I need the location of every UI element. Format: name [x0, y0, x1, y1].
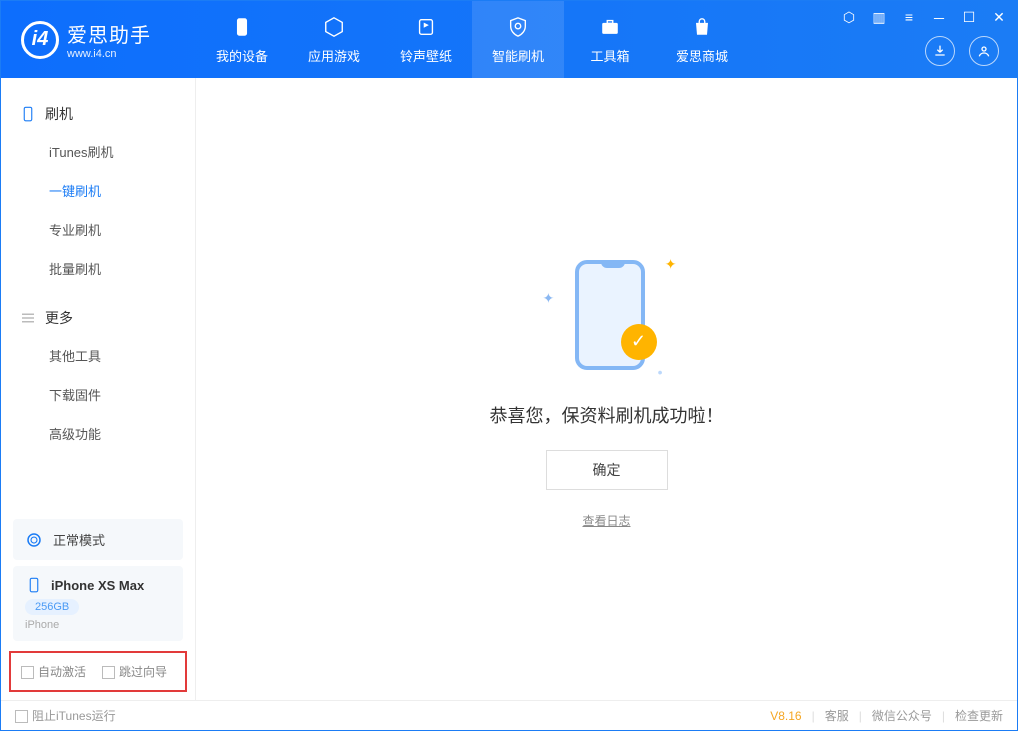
device-name-label: iPhone XS Max — [51, 578, 144, 593]
sidebar-item-oneclick-flash[interactable]: 一键刷机 — [1, 171, 195, 210]
sidebar-item-pro-flash[interactable]: 专业刷机 — [1, 210, 195, 249]
group-label: 更多 — [45, 308, 73, 328]
toolbox-icon — [597, 14, 623, 40]
nav-apps[interactable]: 应用游戏 — [288, 1, 380, 78]
support-link[interactable]: 客服 — [825, 707, 849, 724]
shield-icon — [505, 14, 531, 40]
maximize-button[interactable]: ☐ — [961, 9, 977, 29]
group-label: 刷机 — [45, 104, 73, 124]
nav-label: 我的设备 — [216, 46, 268, 65]
sidebar-group-flash: 刷机 — [1, 96, 195, 132]
footer: 阻止iTunes运行 V8.16 | 客服 | 微信公众号 | 检查更新 — [1, 700, 1017, 730]
success-message: 恭喜您，保资料刷机成功啦！ — [490, 402, 724, 428]
logo: i4 爱思助手 www.i4.cn — [1, 19, 196, 60]
download-button[interactable] — [925, 36, 955, 66]
header-actions — [925, 36, 999, 66]
checkbox-label: 自动激活 — [38, 665, 86, 679]
nav-store[interactable]: 爱思商城 — [656, 1, 748, 78]
sidebar-item-other-tools[interactable]: 其他工具 — [1, 336, 195, 375]
lock-icon[interactable]: ▥ — [871, 9, 887, 29]
bag-icon — [689, 14, 715, 40]
sidebar-item-batch-flash[interactable]: 批量刷机 — [1, 249, 195, 288]
nav-toolbox[interactable]: 工具箱 — [564, 1, 656, 78]
check-update-link[interactable]: 检查更新 — [955, 707, 1003, 724]
block-itunes-checkbox[interactable]: 阻止iTunes运行 — [15, 707, 116, 724]
checkbox-label: 阻止iTunes运行 — [32, 709, 116, 723]
checkbox-label: 跳过向导 — [119, 665, 167, 679]
music-icon — [413, 14, 439, 40]
ok-button[interactable]: 确定 — [546, 450, 668, 490]
skip-guide-checkbox[interactable]: 跳过向导 — [102, 663, 167, 680]
view-log-link[interactable]: 查看日志 — [582, 512, 630, 529]
storage-badge: 256GB — [25, 599, 79, 615]
version-label: V8.16 — [770, 709, 801, 723]
sidebar-group-more: 更多 — [1, 300, 195, 336]
sidebar-item-itunes-flash[interactable]: iTunes刷机 — [1, 132, 195, 171]
list-icon — [19, 309, 37, 327]
nav-label: 铃声壁纸 — [400, 46, 452, 65]
cube-icon — [321, 14, 347, 40]
device-icon — [19, 105, 37, 123]
shirt-icon[interactable]: ⬡ — [841, 9, 857, 29]
options-row: 自动激活 跳过向导 — [9, 651, 187, 692]
auto-activate-checkbox[interactable]: 自动激活 — [21, 663, 86, 680]
wechat-link[interactable]: 微信公众号 — [872, 707, 932, 724]
minimize-button[interactable]: － — [931, 9, 947, 29]
nav-label: 工具箱 — [590, 46, 629, 65]
sidebar-item-advanced[interactable]: 高级功能 — [1, 414, 195, 453]
success-illustration: ✦ ✦ • ✓ — [537, 250, 677, 380]
app-title: 爱思助手 — [67, 19, 151, 48]
app-header: i4 爱思助手 www.i4.cn 我的设备 应用游戏 铃声壁纸 智能刷机 工具… — [1, 1, 1017, 78]
close-button[interactable]: ✕ — [991, 9, 1007, 29]
user-button[interactable] — [969, 36, 999, 66]
nav-label: 智能刷机 — [492, 46, 544, 65]
phone-icon — [229, 14, 255, 40]
menu-icon[interactable]: ≡ — [901, 9, 917, 29]
main-content: ✦ ✦ • ✓ 恭喜您，保资料刷机成功啦！ 确定 查看日志 — [196, 78, 1017, 700]
phone-small-icon — [25, 576, 43, 594]
nav-label: 应用游戏 — [308, 46, 360, 65]
sidebar-item-download-fw[interactable]: 下载固件 — [1, 375, 195, 414]
nav-label: 爱思商城 — [676, 46, 728, 65]
nav-flash[interactable]: 智能刷机 — [472, 1, 564, 78]
device-type: iPhone — [25, 619, 171, 631]
main-nav: 我的设备 应用游戏 铃声壁纸 智能刷机 工具箱 爱思商城 — [196, 1, 748, 78]
check-icon: ✓ — [621, 324, 657, 360]
window-controls: ⬡ ▥ ≡ － ☐ ✕ — [841, 9, 1007, 29]
nav-ringtones[interactable]: 铃声壁纸 — [380, 1, 472, 78]
sidebar: 刷机 iTunes刷机 一键刷机 专业刷机 批量刷机 更多 其他工具 下载固件 … — [1, 78, 196, 700]
sync-icon — [25, 531, 43, 549]
mode-label: 正常模式 — [53, 530, 105, 549]
logo-icon: i4 — [21, 21, 59, 59]
mode-card[interactable]: 正常模式 — [13, 519, 183, 560]
device-card[interactable]: iPhone XS Max 256GB iPhone — [13, 566, 183, 641]
nav-my-device[interactable]: 我的设备 — [196, 1, 288, 78]
app-url: www.i4.cn — [67, 48, 151, 60]
